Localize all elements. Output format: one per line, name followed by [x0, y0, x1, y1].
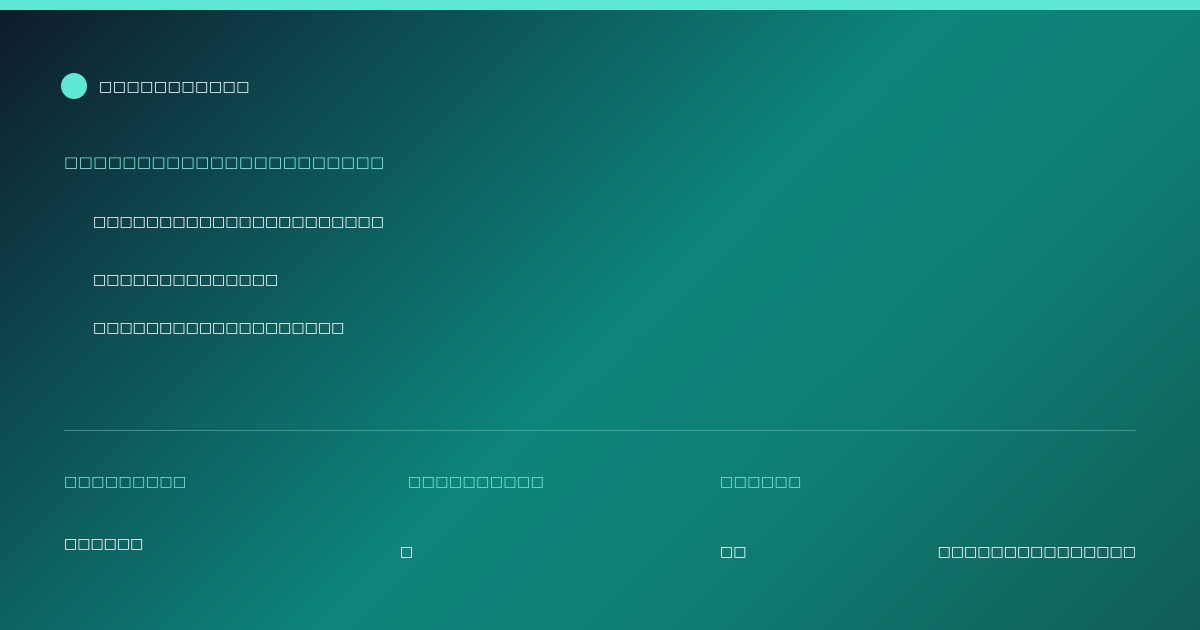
eyebrow-heading: □□□□□□□□□□□□□□□□□□□□□□ [64, 153, 385, 171]
footer-value-2: □ [400, 544, 414, 560]
brand-name: □□□□□□□□□□□ [99, 79, 251, 95]
footer-value-4: □□□□□□□□□□□□□□□ [937, 544, 1136, 560]
footer-label-2: □□□□□□□□□□ [408, 474, 545, 490]
footer-value-1: □□□□□□ [64, 536, 144, 552]
content-line-3: □□□□□□□□□□□□□□□□□□□ [93, 320, 345, 336]
footer-divider [64, 430, 1136, 431]
brand-logo-dot [61, 73, 87, 99]
content-line-2: □□□□□□□□□□□□□□ [93, 272, 279, 288]
top-accent-bar [0, 0, 1200, 10]
footer-label-1: □□□□□□□□□ [64, 474, 187, 490]
content-line-1: □□□□□□□□□□□□□□□□□□□□□□ [93, 214, 385, 230]
footer-value-3: □□ [720, 544, 747, 560]
footer-label-3: □□□□□□ [720, 474, 802, 490]
